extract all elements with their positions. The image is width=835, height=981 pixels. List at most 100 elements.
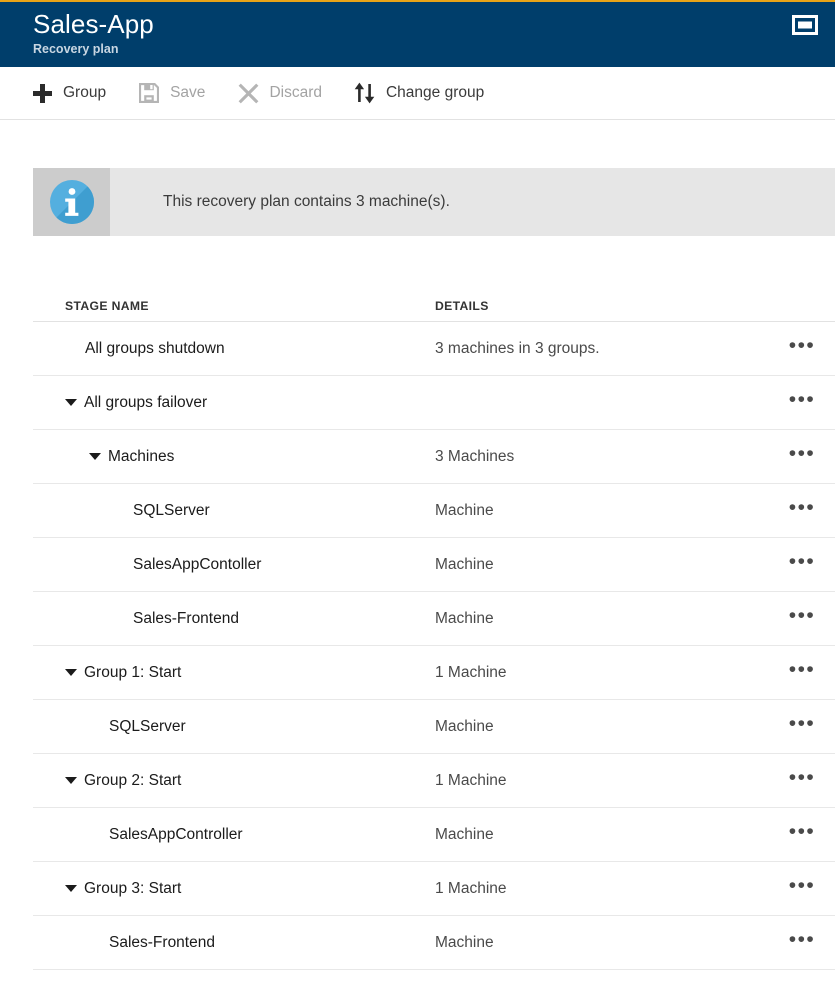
close-icon [237, 82, 259, 104]
row-context-menu-button[interactable]: ••• [785, 713, 820, 741]
stage-name-cell: Sales-Frontend [33, 610, 435, 628]
row-context-menu-button[interactable]: ••• [785, 821, 820, 849]
change-group-button[interactable]: Change group [354, 73, 484, 113]
table-row[interactable]: Group 1: Start 1 Machine ••• [33, 646, 835, 700]
row-context-menu-button[interactable]: ••• [785, 551, 820, 579]
stage-name-label: Group 2: Start [84, 771, 182, 789]
add-group-button[interactable]: Group [31, 73, 106, 113]
row-actions-cell: ••• [773, 389, 835, 417]
info-banner: This recovery plan contains 3 machine(s)… [33, 168, 835, 236]
table-row[interactable]: Group 2: Start 1 Machine ••• [33, 754, 835, 808]
row-context-menu-button[interactable]: ••• [785, 497, 820, 525]
details-cell: 3 Machines [435, 447, 515, 465]
chevron-down-icon[interactable] [65, 399, 77, 406]
row-actions-cell: ••• [773, 497, 835, 525]
stage-name-label: Sales-Frontend [133, 609, 239, 627]
change-group-label: Change group [385, 84, 485, 101]
row-context-menu-button[interactable]: ••• [785, 929, 820, 957]
stage-name-label: Group 1: Start [84, 663, 182, 681]
table-row[interactable]: Sales-Frontend Machine ••• [33, 592, 835, 646]
page-title: Sales-App [33, 9, 154, 39]
row-actions-cell: ••• [773, 767, 835, 795]
command-toolbar: Group Save Discard Change group [0, 67, 835, 120]
details-cell: Machine [435, 501, 494, 519]
stage-name-label: Sales-Frontend [109, 933, 215, 951]
stage-name-cell: Group 3: Start [33, 880, 435, 898]
row-actions-cell: ••• [773, 713, 835, 741]
row-context-menu-button[interactable]: ••• [785, 389, 820, 417]
details-cell: Machine [435, 825, 494, 843]
discard-button[interactable]: Discard [237, 73, 322, 113]
discard-label: Discard [269, 84, 322, 101]
stage-name-cell: Group 1: Start [33, 664, 435, 682]
details-cell: 3 machines in 3 groups. [435, 339, 600, 357]
stage-name-cell: SQLServer [33, 718, 435, 736]
row-actions-cell: ••• [773, 929, 835, 957]
chevron-down-icon[interactable] [65, 669, 77, 676]
table-row[interactable]: SalesAppContoller Machine ••• [33, 538, 835, 592]
row-actions-cell: ••• [773, 659, 835, 687]
row-actions-cell: ••• [773, 335, 835, 363]
details-cell: 1 Machine [435, 771, 507, 789]
save-icon [138, 82, 160, 104]
details-cell: Machine [435, 717, 494, 735]
row-context-menu-button[interactable]: ••• [785, 443, 820, 471]
table-header-row: STAGE NAME DETAILS [33, 279, 835, 322]
stage-name-label: All groups failover [84, 393, 208, 411]
table-row[interactable]: SalesAppController Machine ••• [33, 808, 835, 862]
swap-arrows-icon [354, 82, 376, 104]
row-context-menu-button[interactable]: ••• [785, 659, 820, 687]
column-header-details: DETAILS [435, 299, 489, 313]
row-context-menu-button[interactable]: ••• [785, 605, 820, 633]
stage-name-cell: Sales-Frontend [33, 934, 435, 952]
details-cell: 1 Machine [435, 879, 507, 897]
details-cell: Machine [435, 609, 494, 627]
details-cell: Machine [435, 933, 494, 951]
row-context-menu-button[interactable]: ••• [785, 335, 820, 363]
plus-icon [31, 82, 53, 104]
add-group-label: Group [63, 84, 107, 101]
table-row[interactable]: Group 3: Start 1 Machine ••• [33, 862, 835, 916]
save-label: Save [170, 84, 206, 101]
info-icon [33, 168, 110, 236]
details-cell: 1 Machine [435, 663, 507, 681]
stage-name-cell: SalesAppContoller [33, 556, 435, 574]
row-actions-cell: ••• [773, 821, 835, 849]
row-context-menu-button[interactable]: ••• [785, 767, 820, 795]
row-actions-cell: ••• [773, 875, 835, 903]
info-message: This recovery plan contains 3 machine(s)… [163, 193, 450, 210]
stage-name-label: SQLServer [133, 501, 210, 519]
table-row[interactable]: All groups shutdown 3 machines in 3 group… [33, 322, 835, 376]
page-header: Sales-App Recovery plan [0, 2, 835, 67]
row-context-menu-button[interactable]: ••• [785, 875, 820, 903]
page-subtitle: Recovery plan [33, 42, 119, 56]
table-row[interactable]: Sales-Frontend Machine ••• [33, 916, 835, 970]
stages-table: STAGE NAME DETAILS All groups shutdown 3 … [33, 279, 835, 970]
stage-name-cell: SQLServer [33, 502, 435, 520]
save-button[interactable]: Save [138, 73, 205, 113]
chevron-down-icon[interactable] [89, 453, 101, 460]
stage-name-label: SalesAppContoller [133, 555, 262, 573]
stage-name-cell: SalesAppController [33, 826, 435, 844]
stage-name-label: SalesAppController [109, 825, 243, 843]
stage-name-cell: All groups failover [33, 394, 435, 412]
table-row[interactable]: SQLServer Machine ••• [33, 484, 835, 538]
stage-name-cell: Group 2: Start [33, 772, 435, 790]
stage-name-label: Group 3: Start [84, 879, 182, 897]
stage-name-cell: Machines [33, 448, 435, 466]
restore-window-icon[interactable] [792, 15, 818, 35]
stage-name-cell: All groups shutdown [33, 340, 435, 358]
row-actions-cell: ••• [773, 551, 835, 579]
chevron-down-icon[interactable] [65, 885, 77, 892]
table-row[interactable]: SQLServer Machine ••• [33, 700, 835, 754]
table-row[interactable]: All groups failover ••• [33, 376, 835, 430]
chevron-down-icon[interactable] [65, 777, 77, 784]
stage-name-label: All groups shutdown [85, 339, 225, 357]
column-header-stage-name: STAGE NAME [65, 299, 149, 313]
stage-name-label: SQLServer [109, 717, 186, 735]
table-row[interactable]: Machines 3 Machines ••• [33, 430, 835, 484]
stage-name-label: Machines [108, 447, 175, 465]
details-cell: Machine [435, 555, 494, 573]
table-body: All groups shutdown 3 machines in 3 group… [33, 322, 835, 970]
row-actions-cell: ••• [773, 605, 835, 633]
